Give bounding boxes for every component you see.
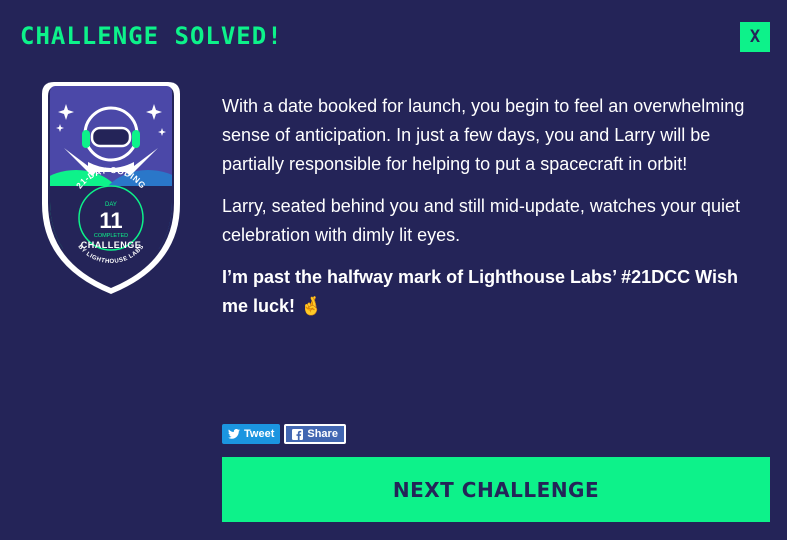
next-challenge-button[interactable]: NEXT CHALLENGE (222, 457, 770, 522)
share-buttons: Tweet Share (222, 424, 346, 444)
badge-day-number: 11 (99, 208, 122, 233)
challenge-badge: 21-DAY CODING DAY 11 COMPLETED CHALLENGE… (36, 82, 186, 294)
facebook-icon (292, 428, 304, 440)
badge-completed-label: COMPLETED (94, 233, 128, 239)
share-message: I’m past the halfway mark of Lighthouse … (222, 267, 738, 316)
close-button[interactable]: X (740, 22, 770, 52)
story-text: With a date booked for launch, you begin… (222, 92, 767, 334)
twitter-bird-icon (228, 429, 240, 439)
story-paragraph-2: Larry, seated behind you and still mid-u… (222, 196, 740, 245)
facebook-share-label: Share (307, 428, 338, 440)
tweet-button[interactable]: Tweet (222, 424, 281, 444)
astronaut-helmet-badge-icon: 21-DAY CODING DAY 11 COMPLETED CHALLENGE… (42, 82, 180, 294)
facebook-share-button[interactable]: Share (284, 424, 346, 444)
badge-challenge-label: CHALLENGE (81, 240, 142, 250)
story-paragraph-1: With a date booked for launch, you begin… (222, 96, 745, 174)
modal-title: CHALLENGE SOLVED! (20, 22, 283, 50)
tweet-label: Tweet (244, 428, 275, 440)
